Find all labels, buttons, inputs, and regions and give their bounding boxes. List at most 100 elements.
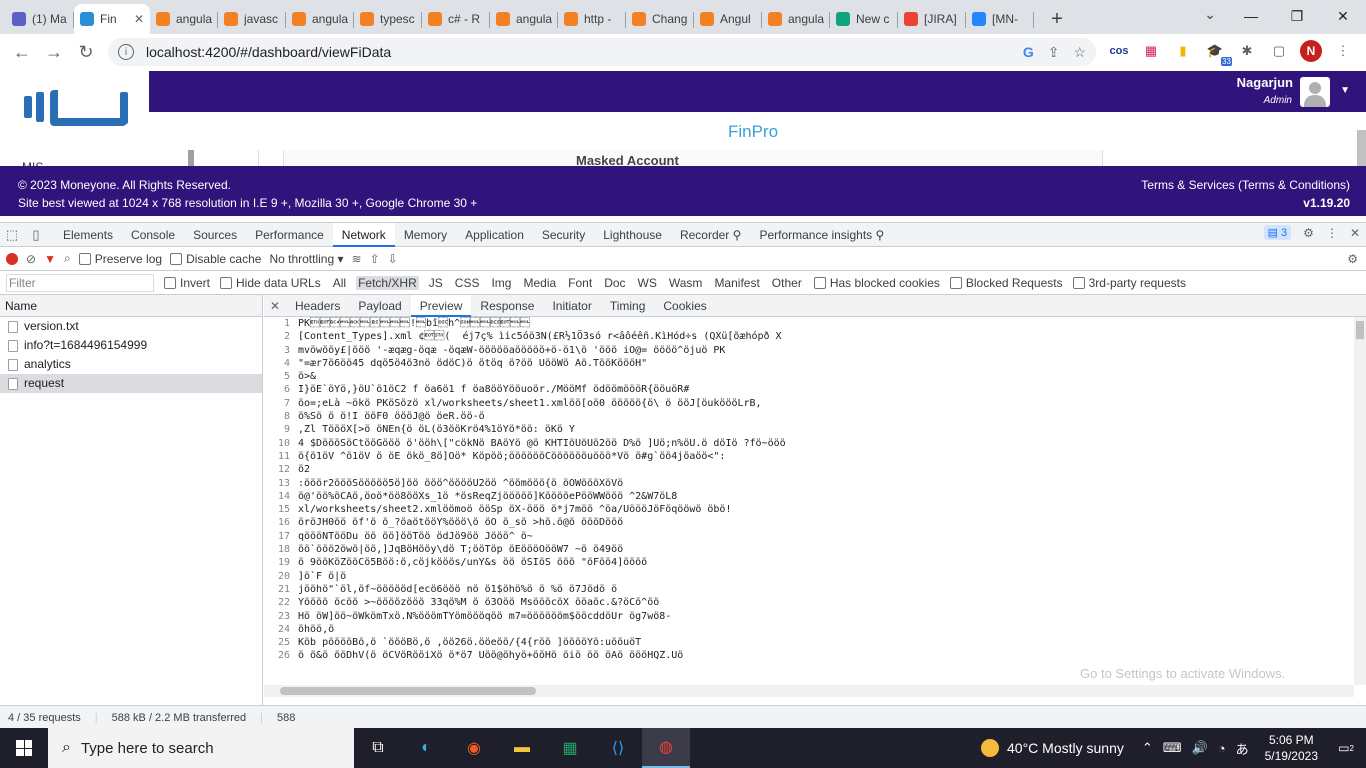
close-window-button[interactable]: ✕ (1320, 0, 1366, 32)
detail-tab[interactable]: Headers (286, 295, 349, 317)
request-row[interactable]: analytics (0, 355, 262, 374)
browser-tab[interactable]: angula (150, 4, 218, 34)
detail-tab[interactable]: Cookies (654, 295, 715, 317)
edge-icon[interactable]: ◐ (402, 728, 450, 768)
sidebar-scrollbar[interactable] (188, 150, 194, 166)
devtools-tab[interactable]: Security (533, 223, 594, 247)
start-button[interactable] (0, 728, 48, 768)
new-tab-button[interactable]: + (1042, 4, 1072, 34)
close-devtools-icon[interactable]: ✕ (1350, 226, 1360, 240)
devtools-tab[interactable]: Memory (395, 223, 456, 247)
detail-tab[interactable]: Response (471, 295, 543, 317)
share-icon[interactable]: ⇪ (1048, 44, 1060, 61)
close-detail-icon[interactable]: ✕ (264, 299, 286, 313)
invert-checkbox[interactable]: Invert (164, 276, 210, 290)
preview-vertical-scrollbar[interactable] (1354, 317, 1366, 685)
clock[interactable]: 5:06 PM 5/19/2023 (1265, 732, 1318, 764)
browser-tab[interactable]: c# - R (422, 4, 490, 34)
preserve-log-checkbox[interactable]: Preserve log (78, 252, 162, 266)
page-scrollbar[interactable] (1357, 130, 1366, 170)
filter-icon[interactable]: ▼ (44, 252, 56, 266)
close-tab-icon[interactable]: ✕ (134, 12, 144, 26)
filter-type-button[interactable]: Img (489, 276, 513, 290)
back-button[interactable]: ← (6, 38, 38, 66)
extension-chart-icon[interactable]: ▮ (1172, 40, 1194, 62)
detail-tab[interactable]: Payload (349, 295, 410, 317)
browser-tab[interactable]: Chang (626, 4, 694, 34)
devtools-tab[interactable]: Elements (54, 223, 122, 247)
browser-tab[interactable]: [JIRA] (898, 4, 966, 34)
request-name-header[interactable]: Name (0, 295, 262, 317)
browser-tab[interactable]: javasc (218, 4, 286, 34)
preview-horizontal-scrollbar[interactable] (264, 685, 1354, 697)
device-toolbar-icon[interactable]: ▯ (24, 227, 48, 243)
devtools-tab[interactable]: Sources (184, 223, 246, 247)
third-party-checkbox[interactable]: 3rd-party requests (1072, 276, 1186, 290)
maximize-button[interactable]: ❐ (1274, 0, 1320, 32)
devtools-tab[interactable]: Lighthouse (594, 223, 671, 247)
filter-type-button[interactable]: All (331, 276, 348, 290)
show-hidden-icons-icon[interactable]: ⌃ (1142, 740, 1153, 756)
request-row[interactable]: request (0, 374, 262, 393)
side-panel-icon[interactable]: ▢ (1268, 40, 1290, 62)
google-icon[interactable]: G (1023, 44, 1034, 61)
minimize-button[interactable]: — (1228, 0, 1274, 32)
address-bar[interactable]: i localhost:4200/#/dashboard/viewFiData … (108, 38, 1096, 66)
preview-content[interactable]: 1 PK     ! bîh^     2 [Content_Typ… (264, 317, 1354, 685)
inspect-element-icon[interactable]: ⬚ (0, 227, 24, 243)
blocked-requests-checkbox[interactable]: Blocked Requests (949, 276, 1063, 290)
import-har-icon[interactable]: ⇧ (370, 252, 380, 266)
search-icon[interactable]: ⌕ (64, 251, 71, 266)
filter-type-button[interactable]: Doc (602, 276, 627, 290)
file-explorer-icon[interactable]: ▬ (498, 728, 546, 768)
filter-type-button[interactable]: Wasm (667, 276, 705, 290)
excel-icon[interactable]: ▦ (546, 728, 594, 768)
extension-cos-icon[interactable]: cos (1108, 40, 1130, 62)
profile-avatar[interactable]: N (1300, 40, 1322, 62)
footer-terms-link[interactable]: Terms & Services (Terms & Conditions) (1141, 178, 1350, 192)
disable-cache-checkbox[interactable]: Disable cache (170, 252, 261, 266)
user-avatar[interactable] (1300, 77, 1330, 107)
browser-tab[interactable]: typesc (354, 4, 422, 34)
browser-tab[interactable]: [MN- (966, 4, 1034, 34)
browser-tab[interactable]: Fin ✕ (74, 4, 150, 34)
request-row[interactable]: version.txt (0, 317, 262, 336)
filter-input[interactable]: Filter (6, 273, 154, 292)
throttling-select[interactable]: No throttling ▾ (269, 252, 343, 266)
filter-type-button[interactable]: CSS (453, 276, 482, 290)
browser-tab[interactable]: angula (490, 4, 558, 34)
request-row[interactable]: info?t=1684496154999 (0, 336, 262, 355)
postman-icon[interactable]: ◉ (450, 728, 498, 768)
chrome-menu-icon[interactable]: ⋮ (1332, 40, 1354, 62)
hide-data-urls-checkbox[interactable]: Hide data URLs (220, 276, 321, 290)
devtools-tab[interactable]: Console (122, 223, 184, 247)
devtools-tab[interactable]: Recorder ⚲ (671, 223, 750, 247)
browser-tab[interactable]: (1) Ma (6, 4, 74, 34)
extension-hat-icon[interactable]: 🎓 33 (1204, 40, 1232, 66)
tab-search-icon[interactable]: ⌄ (1204, 6, 1216, 23)
filter-type-button[interactable]: Fetch/XHR (356, 275, 419, 290)
language-icon[interactable]: あ (1236, 739, 1249, 758)
browser-tab[interactable]: Angul (694, 4, 762, 34)
clear-icon[interactable]: ⊘ (26, 252, 36, 266)
settings-gear-icon[interactable]: ⚙ (1303, 226, 1314, 240)
devtools-tab[interactable]: Network (332, 222, 395, 247)
devtools-menu-icon[interactable]: ⋮ (1326, 226, 1338, 240)
forward-button[interactable]: → (38, 38, 70, 66)
network-icon[interactable]: ◔ (1218, 741, 1226, 756)
bookmark-star-icon[interactable]: ☆ (1073, 44, 1086, 61)
task-view-icon[interactable]: ⧉ (354, 728, 402, 768)
browser-tab[interactable]: angula (286, 4, 354, 34)
filter-type-button[interactable]: Other (770, 276, 804, 290)
notifications-button[interactable]: ▭ 2 (1332, 737, 1360, 759)
browser-tab[interactable]: http - (558, 4, 626, 34)
filter-type-button[interactable]: Media (521, 276, 558, 290)
browser-tab[interactable]: angula (762, 4, 830, 34)
network-conditions-icon[interactable]: ≋ (352, 252, 362, 266)
filter-type-button[interactable]: Font (566, 276, 594, 290)
filter-type-button[interactable]: Manifest (712, 276, 761, 290)
taskbar-search[interactable]: ⌕ Type here to search (48, 728, 354, 768)
export-har-icon[interactable]: ⇩ (388, 252, 398, 266)
extensions-puzzle-icon[interactable]: ✱ (1236, 40, 1258, 62)
volume-icon[interactable]: 🔊 (1192, 740, 1208, 756)
